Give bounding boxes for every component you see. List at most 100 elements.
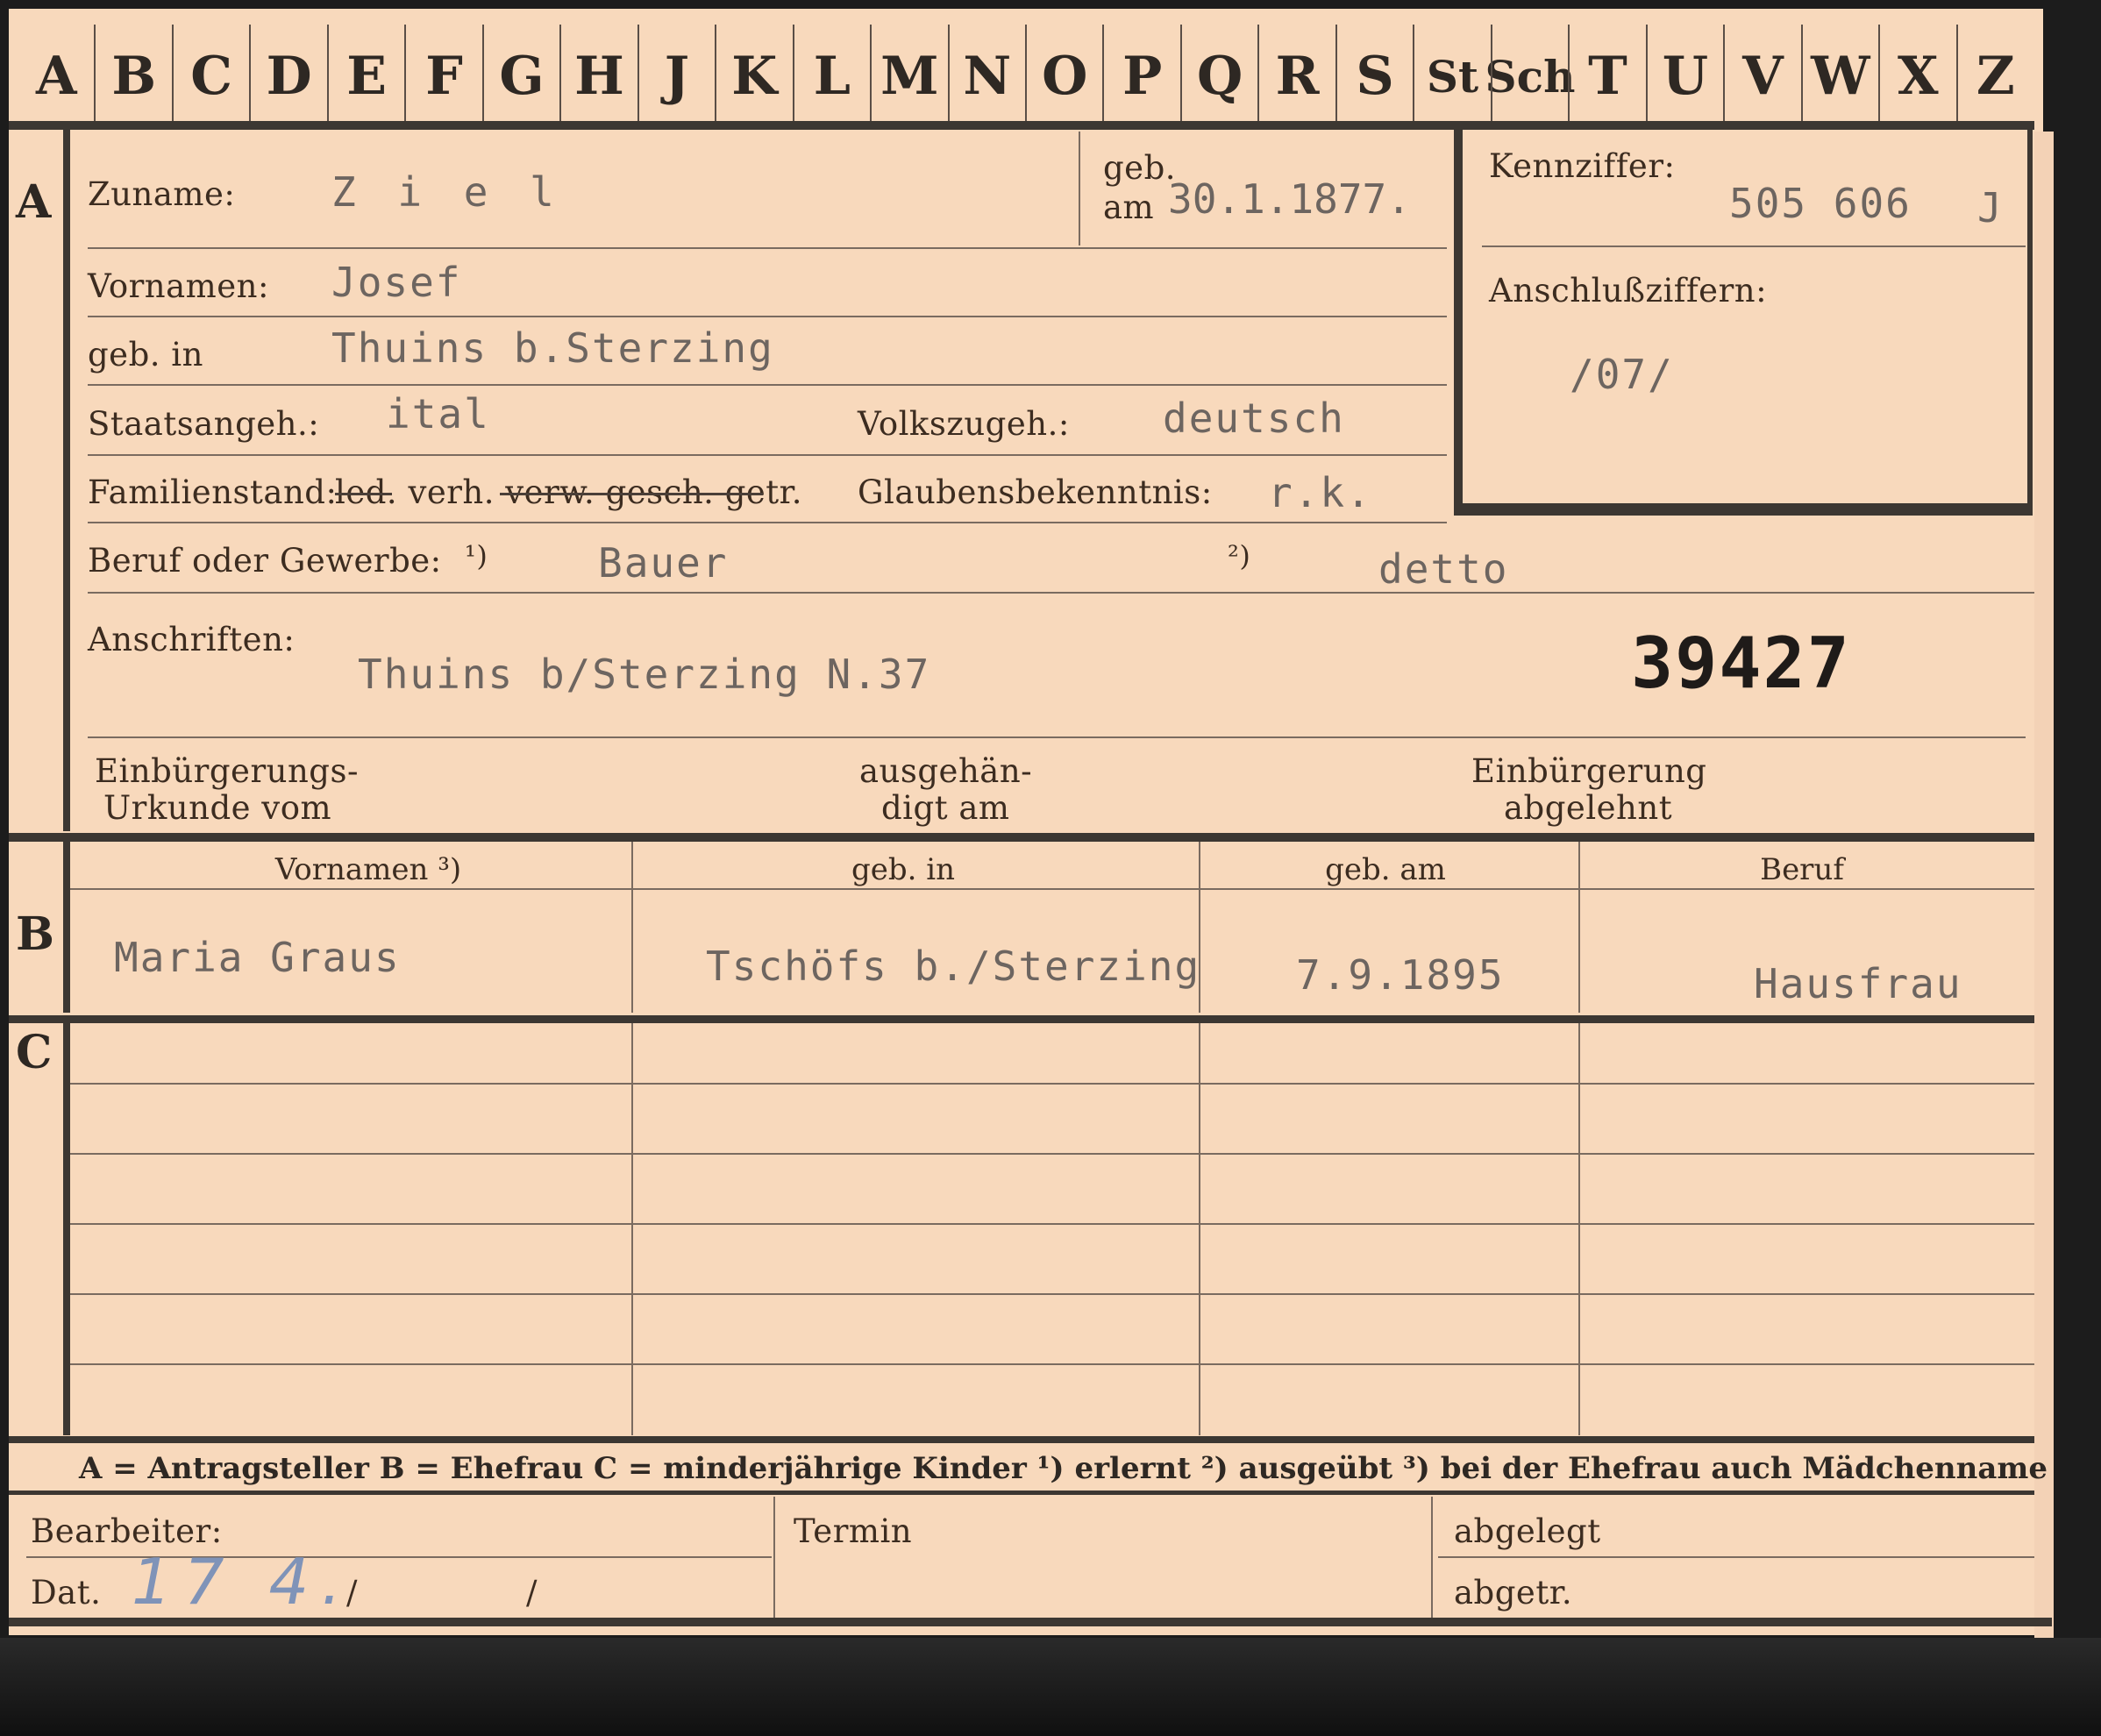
dat-sep-2: /	[526, 1574, 538, 1611]
alphabet-divider	[249, 25, 252, 123]
zuname-value: Z i e l	[331, 168, 563, 216]
section-b-left-bar	[63, 842, 70, 1013]
section-a-left-bar	[63, 130, 70, 831]
c-col-div-3	[1578, 1023, 1580, 1435]
alphabet-tab-l: L	[813, 46, 851, 107]
alphabet-divider	[94, 25, 96, 123]
dat-sep-1: /	[346, 1574, 358, 1611]
rule-2	[88, 316, 1447, 317]
geb-in-label: geb. in	[88, 336, 203, 374]
c-row-5	[70, 1363, 2034, 1365]
alphabet-divider	[326, 25, 329, 123]
footer-div-2	[1431, 1497, 1433, 1618]
am-label: am	[1103, 189, 1155, 226]
alphabet-divider	[481, 25, 484, 123]
alphabet-divider	[1490, 25, 1492, 123]
rule-3	[88, 384, 1447, 386]
alphabet-divider	[404, 25, 407, 123]
volkszugeh-value: deutsch	[1163, 395, 1345, 442]
spouse-beruf: Hausfrau	[1754, 960, 1962, 1007]
kennziffer-suffix: J	[1977, 184, 2004, 231]
alphabet-tab-q: Q	[1197, 46, 1243, 107]
alphabet-divider	[870, 25, 872, 123]
section-c-marker: C	[16, 1026, 53, 1079]
strike-others	[500, 493, 763, 495]
alphabet-divider	[947, 25, 950, 123]
legend: A = Antragsteller B = Ehefrau C = minder…	[79, 1451, 2048, 1486]
beruf-erlernt-value: Bauer	[598, 539, 729, 587]
alphabet-divider	[637, 25, 639, 123]
spouse-geb-am: 7.9.1895	[1296, 951, 1505, 999]
alphabet-divider	[1025, 25, 1027, 123]
rule-1	[88, 247, 1447, 249]
alphabet-tab-o: O	[1042, 46, 1088, 107]
col-header-beruf: Beruf	[1760, 852, 1844, 887]
rule-4	[88, 454, 1447, 456]
vornamen-label: Vornamen:	[88, 267, 269, 305]
glaubensbekenntnis-value: r.k.	[1268, 469, 1372, 516]
alphabet-tab-st: St	[1426, 50, 1479, 103]
top-rule	[9, 121, 2034, 130]
einb-urkunde-label-1: Einbürgerungs-	[95, 752, 359, 790]
alphabet-tab-n: N	[963, 46, 1012, 107]
alphabet-divider	[171, 25, 174, 123]
spouse-vornamen: Maria Graus	[114, 934, 401, 981]
anschriften-label: Anschriften:	[88, 621, 296, 658]
alphabet-divider	[1335, 25, 1337, 123]
section-c-left-bar	[63, 1023, 70, 1435]
col-header-vornamen: Vornamen ³)	[274, 852, 462, 887]
ausgehaendigt-label-2: digt am	[881, 789, 1010, 827]
card-underlayer	[2034, 132, 2054, 1640]
vornamen-value: Josef	[331, 259, 462, 306]
kennziffer-value: 505 606	[1729, 180, 1912, 227]
zuname-divider	[1079, 132, 1080, 245]
einb-abgelehnt-label-2: abgelehnt	[1504, 789, 1673, 827]
alphabet-divider	[1568, 25, 1570, 123]
header-rule	[70, 888, 2034, 890]
alphabet-tab-x: X	[1898, 46, 1939, 107]
staatsangeh-label: Staatsangeh.:	[88, 405, 320, 443]
c-row-2	[70, 1153, 2034, 1155]
alphabet-divider	[792, 25, 794, 123]
c-row-1	[70, 1083, 2034, 1085]
alphabet-divider	[1413, 25, 1415, 123]
alphabet-tab-d: D	[266, 46, 312, 107]
alphabet-tab-h: H	[574, 46, 624, 107]
staatsangeh-value: ital	[386, 390, 490, 438]
footer-div-1	[773, 1497, 775, 1618]
c-row-4	[70, 1293, 2034, 1295]
alphabet-tab-v: V	[1742, 46, 1784, 107]
alphabet-tab-z: Z	[1976, 46, 2015, 107]
volkszugeh-label: Volkszugeh.:	[858, 405, 1070, 443]
scanner-edge	[0, 1638, 2101, 1736]
alphabet-divider	[1645, 25, 1648, 123]
kennziffer-rule	[1482, 245, 2026, 247]
b-col-div-1	[631, 842, 633, 1013]
beruf-ausgeuebt-value: detto	[1378, 545, 1509, 593]
zuname-label: Zuname:	[88, 175, 236, 213]
anschlussziffern-value: /07/	[1570, 351, 1674, 398]
rule-7	[88, 736, 2026, 738]
alphabet-divider	[715, 25, 717, 123]
alphabet-divider	[1955, 25, 1958, 123]
alphabet-tab-g: G	[499, 46, 545, 107]
col-header-geb-am: geb. am	[1325, 852, 1446, 887]
alphabet-tab-c: C	[190, 46, 233, 107]
section-a-marker: A	[16, 175, 52, 229]
anschlussziffern-label: Anschlußziffern:	[1489, 272, 1768, 309]
rule-6	[88, 592, 2034, 594]
alphabet-divider	[1800, 25, 1803, 123]
einb-urkunde-label-2: Urkunde vom	[103, 789, 332, 827]
geb-label: geb.	[1103, 149, 1177, 187]
alphabet-tab-e: E	[346, 46, 387, 107]
beruf-note-2: ²)	[1228, 539, 1251, 573]
dat-handwritten: 17 4.	[132, 1545, 354, 1619]
alphabet-tab-j: J	[664, 46, 690, 107]
anschriften-value: Thuins b/Sterzing N.37	[358, 651, 931, 698]
abgelegt-label: abgelegt	[1454, 1512, 1601, 1550]
alphabet-tab-t: T	[1588, 46, 1627, 107]
dat-label: Dat.	[31, 1574, 102, 1611]
alphabet-tab-b: B	[111, 46, 157, 107]
alphabet-divider	[559, 25, 562, 123]
strike-led	[335, 493, 392, 495]
